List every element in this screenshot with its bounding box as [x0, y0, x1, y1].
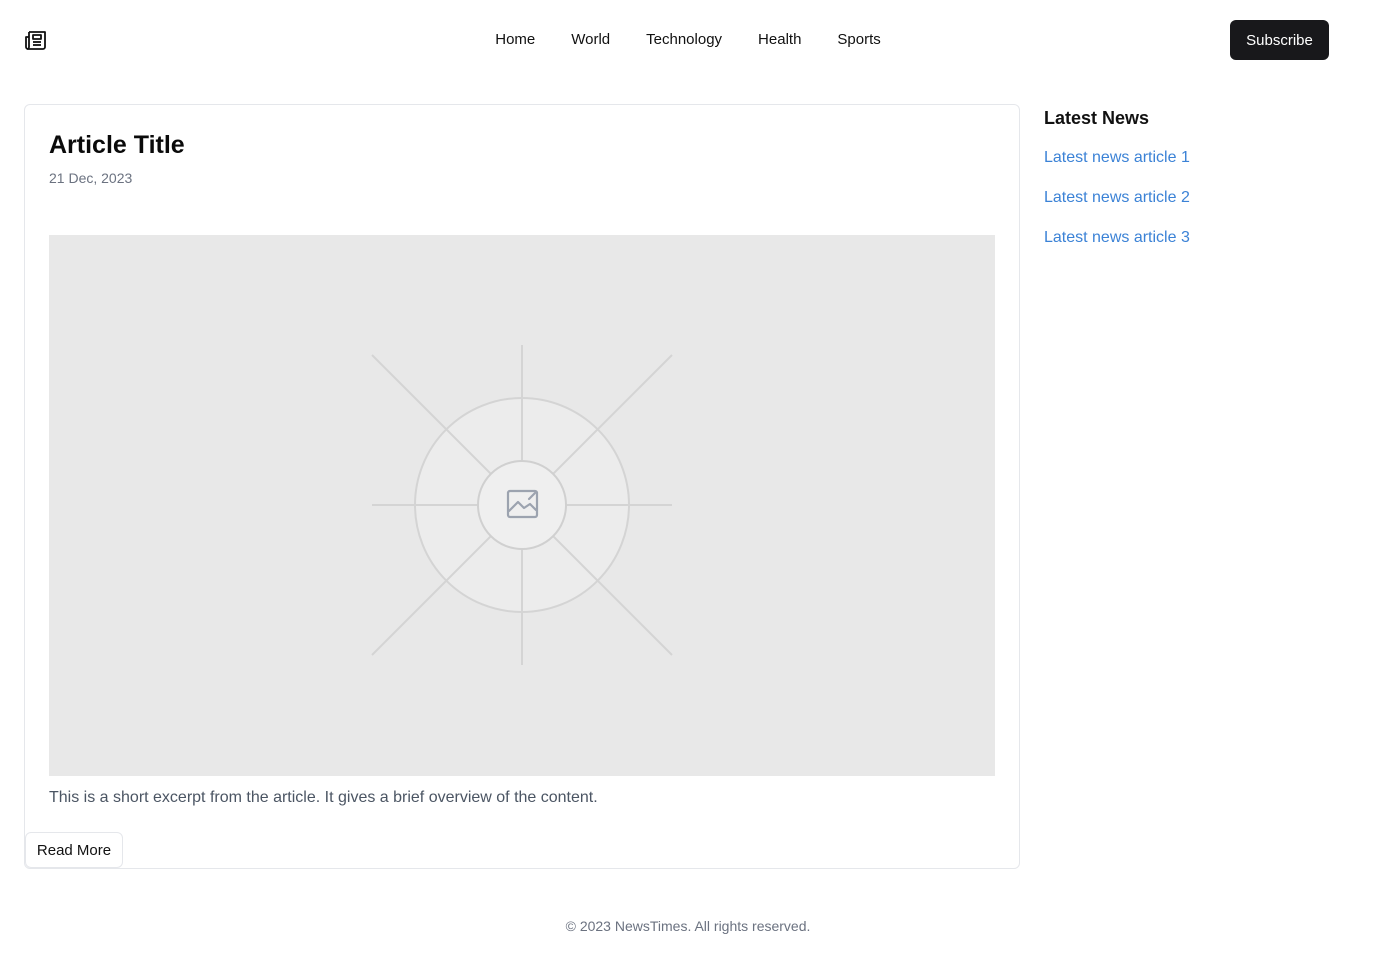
- site-footer: © 2023 NewsTimes. All rights reserved.: [565, 918, 811, 934]
- site-header: Home World Technology Health Sports Subs…: [0, 0, 1376, 80]
- nav-home[interactable]: Home: [495, 30, 535, 50]
- nav-world[interactable]: World: [571, 30, 610, 50]
- latest-news-link-3[interactable]: Latest news article 3: [1044, 229, 1190, 246]
- article-excerpt: This is a short excerpt from the article…: [49, 789, 598, 806]
- nav-sports[interactable]: Sports: [837, 30, 880, 50]
- latest-news-link-1[interactable]: Latest news article 1: [1044, 149, 1190, 166]
- newspaper-icon[interactable]: [24, 28, 48, 52]
- article-title: Article Title: [49, 131, 185, 159]
- image-placeholder-icon: [371, 345, 673, 665]
- article-date: 21 Dec, 2023: [49, 170, 133, 186]
- main-nav: Home World Technology Health Sports: [0, 30, 1376, 50]
- nav-technology[interactable]: Technology: [646, 30, 722, 50]
- article-card: Article Title 21 Dec, 2023 This is a sho…: [24, 104, 1020, 869]
- sidebar-title: Latest News: [1044, 108, 1150, 128]
- latest-news-sidebar: Latest News Latest news article 1 Latest…: [1044, 104, 1344, 268]
- list-item: Latest news article 3: [1044, 228, 1344, 268]
- article-image: [49, 235, 995, 776]
- nav-health[interactable]: Health: [758, 30, 801, 50]
- list-item: Latest news article 1: [1044, 148, 1344, 188]
- subscribe-button[interactable]: Subscribe: [1230, 20, 1329, 60]
- list-item: Latest news article 2: [1044, 188, 1344, 228]
- read-more-button[interactable]: Read More: [25, 832, 123, 868]
- latest-news-link-2[interactable]: Latest news article 2: [1044, 189, 1190, 206]
- latest-news-list: Latest news article 1 Latest news articl…: [1044, 148, 1344, 268]
